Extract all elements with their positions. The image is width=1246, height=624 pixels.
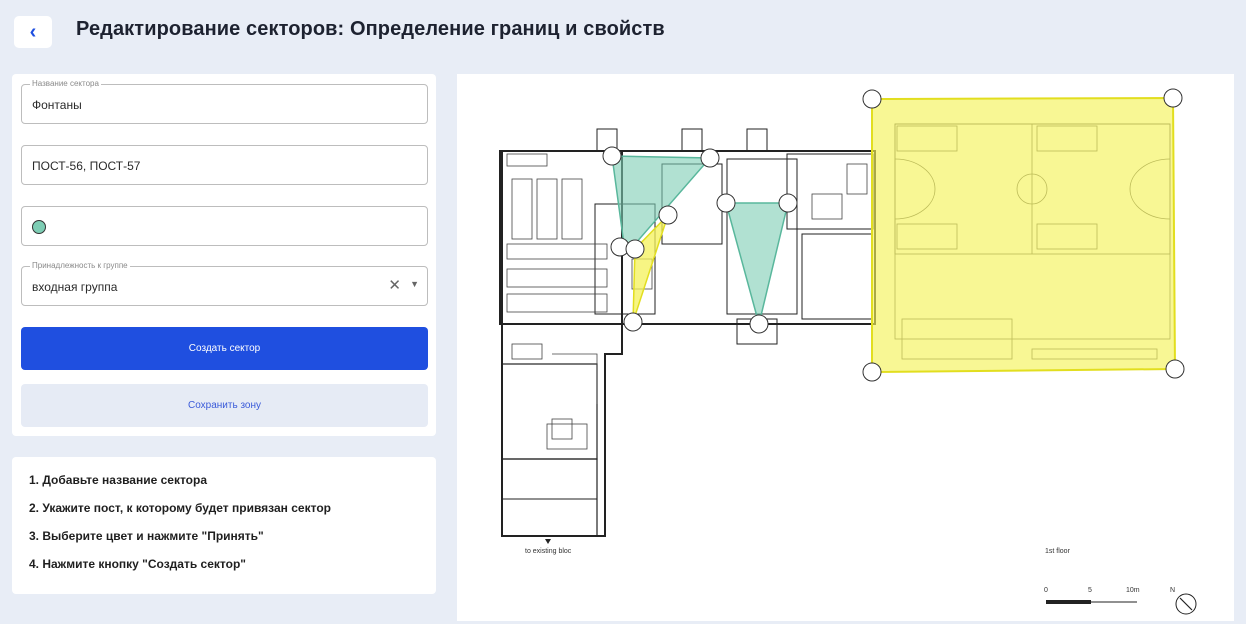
chevron-down-icon[interactable]: ▼ — [410, 279, 419, 289]
color-picker-field[interactable] — [21, 206, 428, 246]
vertex-handle[interactable] — [862, 89, 882, 109]
vertex-handle[interactable] — [716, 193, 736, 213]
vertex-handle[interactable] — [778, 193, 798, 213]
vertex-handle[interactable] — [602, 146, 622, 166]
scale-label-5: 5 — [1088, 587, 1092, 594]
group-value: входная группа — [32, 280, 118, 294]
floor-plan-svg: to existing bloc 1st floor 0 5 10m N — [499, 88, 1197, 615]
page-title: Редактирование секторов: Определение гра… — [76, 18, 665, 40]
compass-icon: N — [1170, 587, 1197, 615]
group-select[interactable]: Принадлежность к группе входная группа ✕… — [21, 261, 428, 306]
instruction-step: 3. Выберите цвет и нажмите "Принять" — [29, 529, 264, 543]
label-floor: 1st floor — [1045, 548, 1071, 555]
vertex-handle[interactable] — [623, 312, 643, 332]
instruction-step: 2. Укажите пост, к которому будет привяз… — [29, 501, 331, 515]
vertex-handle[interactable] — [658, 205, 678, 225]
scale-label-0: 0 — [1044, 587, 1048, 594]
vertex-handle[interactable] — [625, 239, 645, 259]
instructions-card: 1. Добавьте название сектора 2. Укажите … — [12, 457, 436, 594]
chevron-left-icon: ‹ — [29, 20, 37, 43]
sector-name-field[interactable]: Название сектора Фонтаны — [21, 79, 428, 124]
clear-icon[interactable]: ✕ — [388, 276, 401, 294]
arrow-down-icon — [545, 539, 551, 544]
sector-form: Название сектора Фонтаны ПОСТ-56, ПОСТ-5… — [12, 74, 436, 436]
scale-label-10: 10m — [1126, 587, 1140, 594]
zone-yellow-gym[interactable] — [871, 96, 1177, 374]
label-existing-bloc: to existing bloc — [525, 548, 572, 555]
vertex-handle[interactable] — [1165, 359, 1185, 379]
building-fixtures — [506, 153, 868, 450]
vertex-handle[interactable] — [862, 362, 882, 382]
save-zone-button[interactable]: Сохранить зону — [21, 384, 428, 427]
instruction-step: 1. Добавьте название сектора — [29, 473, 208, 487]
sector-name-value: Фонтаны — [32, 98, 82, 112]
zone-teal-center[interactable] — [725, 202, 789, 325]
floor-plan-map[interactable]: to existing bloc 1st floor 0 5 10m N — [457, 74, 1234, 621]
color-swatch[interactable] — [32, 220, 46, 234]
sector-name-legend: Название сектора — [30, 79, 101, 89]
posts-field[interactable]: ПОСТ-56, ПОСТ-57 — [21, 145, 428, 185]
group-legend: Принадлежность к группе — [30, 261, 130, 271]
building-walls — [499, 128, 876, 537]
vertex-handle[interactable] — [749, 314, 769, 334]
instruction-step: 4. Нажмите кнопку "Создать сектор" — [29, 557, 246, 571]
scale-bar: 0 5 10m — [1044, 587, 1140, 604]
compass-north-label: N — [1170, 587, 1175, 594]
back-button[interactable]: ‹ — [14, 16, 52, 48]
posts-value: ПОСТ-56, ПОСТ-57 — [32, 159, 141, 173]
vertex-handle[interactable] — [700, 148, 720, 168]
vertex-handle[interactable] — [1163, 88, 1183, 108]
create-sector-button[interactable]: Создать сектор — [21, 327, 428, 370]
